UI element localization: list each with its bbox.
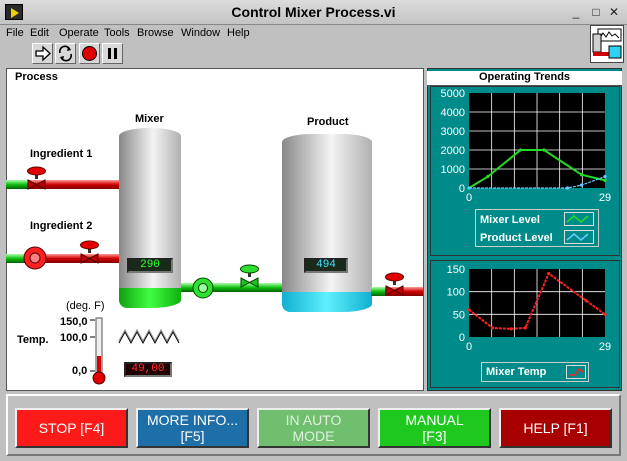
data-point [584, 299, 588, 303]
ingredient2-label: Ingredient 2 [30, 220, 93, 232]
run-continuously-button[interactable] [55, 43, 76, 64]
y-tick-label: 2000 [441, 145, 465, 157]
help-button[interactable]: HELP [F1] [499, 408, 612, 448]
auto-mode-button[interactable]: IN AUTO MODE [257, 408, 370, 448]
menu-file[interactable]: File [6, 27, 24, 39]
ingredient1-valve-icon[interactable] [26, 166, 48, 194]
data-point [509, 327, 513, 331]
level-trend-chart: 0 1000 2000 3000 4000 5000 0 29 Mixer Level Pro… [430, 86, 620, 256]
mixer-level-swatch[interactable] [564, 212, 594, 226]
ingredient2-valve-icon[interactable] [79, 240, 101, 268]
menu-help[interactable]: Help [227, 27, 250, 39]
data-point [518, 148, 523, 152]
data-point [542, 148, 546, 152]
data-point [603, 178, 607, 182]
transfer-valve-icon[interactable] [239, 264, 261, 292]
product-level-swatch[interactable] [564, 230, 594, 244]
abort-stop-icon [82, 46, 97, 61]
temp-label: Temp. [17, 334, 49, 346]
legend-mixer-temp: Mixer Temp [486, 366, 547, 378]
product-outlet-valve-icon[interactable] [384, 272, 406, 300]
data-point [547, 271, 551, 276]
mixer-level-readout: 290 [127, 258, 173, 273]
temp-tick-100: 100,0 [60, 332, 88, 344]
ingredient2-pump-icon[interactable] [22, 244, 52, 272]
data-point [603, 312, 607, 316]
minimize-icon[interactable]: _ [568, 5, 584, 19]
x-tick-label: 0 [466, 192, 472, 204]
level-legend: Mixer Level Product Level [475, 209, 599, 247]
pause-icon [108, 48, 117, 59]
temp-unit-label: (deg. F) [66, 300, 105, 312]
temp-tick-0: 0,0 [72, 365, 88, 377]
data-point [523, 326, 527, 330]
y-tick-label: 0 [459, 332, 465, 344]
stop-button[interactable]: STOP [F4] [15, 408, 128, 448]
close-icon[interactable]: ✕ [606, 5, 622, 19]
transfer-pump-icon[interactable] [190, 275, 220, 301]
menu-tools[interactable]: Tools [104, 27, 130, 39]
product-label: Product [307, 116, 349, 128]
toolbar [0, 42, 590, 66]
product-level-swatch-line [566, 233, 589, 241]
data-point [579, 173, 584, 177]
y-tick-label: 1000 [441, 164, 465, 176]
data-point [490, 326, 495, 330]
x-tick-label: 0 [466, 341, 472, 353]
data-point [467, 186, 471, 190]
mixer-temp-swatch[interactable] [566, 365, 586, 379]
menu-window[interactable]: Window [181, 27, 220, 39]
x-tick-label: 29 [599, 341, 611, 353]
mixer-level-swatch-line [566, 215, 589, 223]
abort-button[interactable] [79, 43, 100, 64]
heater-coil-icon [118, 329, 180, 345]
vi-connector-icon[interactable] [590, 25, 624, 63]
temp-tick-150: 150,0 [60, 316, 88, 328]
mixer-level-fill [119, 288, 181, 308]
data-point [467, 308, 471, 312]
data-point [603, 175, 607, 179]
mixer-tank [119, 128, 181, 308]
menu-edit[interactable]: Edit [30, 27, 49, 39]
title-bar: Control Mixer Process.vi _ □ ✕ [0, 0, 627, 25]
run-arrow-icon [35, 45, 51, 62]
mixer-temp-swatch-line [569, 367, 584, 376]
product-tank [282, 134, 372, 312]
y-tick-label: 5000 [441, 88, 465, 100]
more-info-button[interactable]: MORE INFO... [F5] [136, 408, 249, 448]
x-tick-label: 29 [599, 192, 611, 204]
run-arrow-button[interactable] [32, 43, 53, 64]
thermometer-icon [90, 317, 106, 385]
temp-legend: Mixer Temp [481, 362, 589, 382]
product-outlet-pipe-green [371, 287, 385, 296]
legend-mixer-level: Mixer Level [480, 214, 540, 226]
process-panel-title: Process [15, 71, 58, 83]
y-tick-label: 100 [447, 287, 465, 299]
menu-bar: File Edit Operate Tools Browse Window He… [0, 25, 590, 42]
product-level-readout: 494 [304, 258, 348, 273]
data-point [579, 183, 584, 187]
y-tick-label: 50 [453, 309, 465, 321]
ingredient1-label: Ingredient 1 [30, 148, 93, 160]
menu-browse[interactable]: Browse [137, 27, 174, 39]
legend-product-level: Product Level [480, 232, 553, 244]
data-point [565, 186, 570, 190]
menu-operate[interactable]: Operate [59, 27, 99, 39]
temp-trend-chart: 0 50 100 150 0 29 Mixer Temp [430, 260, 620, 388]
manual-button[interactable]: MANUAL [F3] [378, 408, 491, 448]
window-title: Control Mixer Process.vi [231, 4, 396, 20]
mixer-label: Mixer [135, 113, 164, 125]
y-tick-label: 0 [459, 183, 465, 195]
data-point [486, 175, 490, 179]
y-tick-label: 3000 [441, 126, 465, 138]
trends-panel-title: Operating Trends [427, 71, 622, 86]
product-level-fill [282, 292, 372, 312]
vi-thumbnail-icon [592, 28, 622, 59]
run-continuously-icon [58, 45, 73, 62]
temp-readout: 49,00 [124, 362, 172, 377]
y-tick-label: 150 [447, 264, 465, 276]
pause-button[interactable] [102, 43, 123, 64]
maximize-icon[interactable]: □ [588, 5, 604, 19]
y-tick-label: 4000 [441, 107, 465, 119]
